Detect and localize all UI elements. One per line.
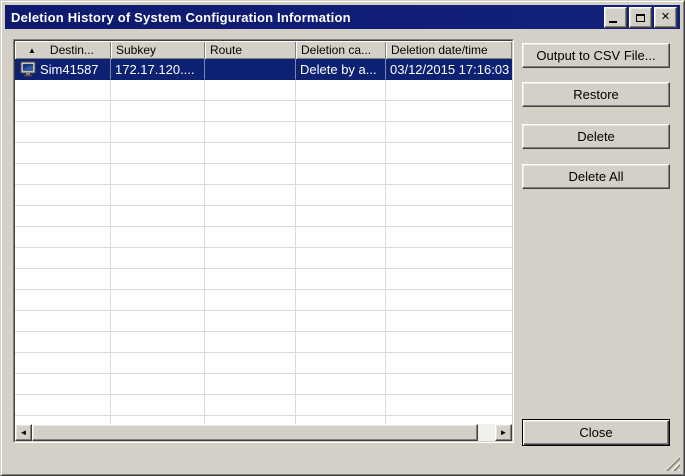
scroll-left-icon: ◄ (20, 428, 28, 437)
table-row-empty (15, 332, 512, 353)
delete-all-button[interactable]: Delete All (522, 164, 670, 189)
close-window-button[interactable]: ✕ (654, 7, 677, 28)
cell-route (205, 59, 296, 80)
column-header-deletion-datetime[interactable]: Deletion date/time (386, 41, 512, 59)
table-row-empty (15, 248, 512, 269)
table-row-empty (15, 143, 512, 164)
table-row-empty (15, 206, 512, 227)
table-row-empty (15, 185, 512, 206)
delete-button[interactable]: Delete (522, 124, 670, 149)
table-row-empty (15, 395, 512, 416)
cell-destination: Sim41587 (40, 62, 99, 77)
close-button[interactable]: Close (522, 419, 670, 446)
horizontal-scrollbar: ◄ ► (15, 424, 512, 441)
scroll-right-icon: ► (500, 428, 508, 437)
table-body: Sim41587 172.17.120.... Delete by a... 0… (15, 59, 512, 424)
maximize-button[interactable] (629, 7, 652, 28)
cell-deletion-cause: Delete by a... (296, 59, 386, 80)
window-title: Deletion History of System Configuration… (5, 10, 351, 25)
titlebar[interactable]: Deletion History of System Configuration… (5, 5, 680, 29)
table-row-empty (15, 290, 512, 311)
table-row-empty (15, 227, 512, 248)
table-row-empty (15, 80, 512, 101)
resize-grip[interactable] (665, 456, 680, 471)
computer-icon (20, 61, 37, 77)
column-header-subkey[interactable]: Subkey (111, 41, 205, 59)
scroll-right-button[interactable]: ► (495, 424, 512, 441)
table-row-empty (15, 101, 512, 122)
table-row-empty (15, 416, 512, 424)
table-row-empty (15, 311, 512, 332)
close-icon: ✕ (661, 12, 670, 23)
table-row-selected[interactable]: Sim41587 172.17.120.... Delete by a... 0… (15, 59, 512, 80)
deletion-history-list: ▲ Destin... Subkey Route Deletion ca... … (13, 39, 514, 443)
cell-deletion-datetime: 03/12/2015 17:16:03 (386, 59, 512, 80)
maximize-icon (636, 14, 645, 22)
output-csv-button[interactable]: Output to CSV File... (522, 43, 670, 68)
column-header-route[interactable]: Route (205, 41, 296, 59)
minimize-button[interactable] (604, 7, 627, 28)
sort-ascending-icon: ▲ (28, 46, 36, 55)
minimize-icon (609, 21, 617, 23)
table-header: ▲ Destin... Subkey Route Deletion ca... … (15, 41, 512, 59)
table-row-empty (15, 164, 512, 185)
table-row-empty (15, 269, 512, 290)
table-row-empty (15, 374, 512, 395)
dialog-window: Deletion History of System Configuration… (0, 0, 685, 476)
column-header-destination[interactable]: ▲ Destin... (15, 41, 111, 59)
table-row-empty (15, 353, 512, 374)
window-controls: ✕ (604, 7, 677, 28)
column-header-deletion-cause[interactable]: Deletion ca... (296, 41, 386, 59)
cell-subkey: 172.17.120.... (111, 59, 205, 80)
restore-button[interactable]: Restore (522, 82, 670, 107)
scroll-left-button[interactable]: ◄ (15, 424, 32, 441)
scrollbar-track[interactable] (32, 424, 495, 441)
scrollbar-thumb[interactable] (32, 424, 478, 441)
table-row-empty (15, 122, 512, 143)
